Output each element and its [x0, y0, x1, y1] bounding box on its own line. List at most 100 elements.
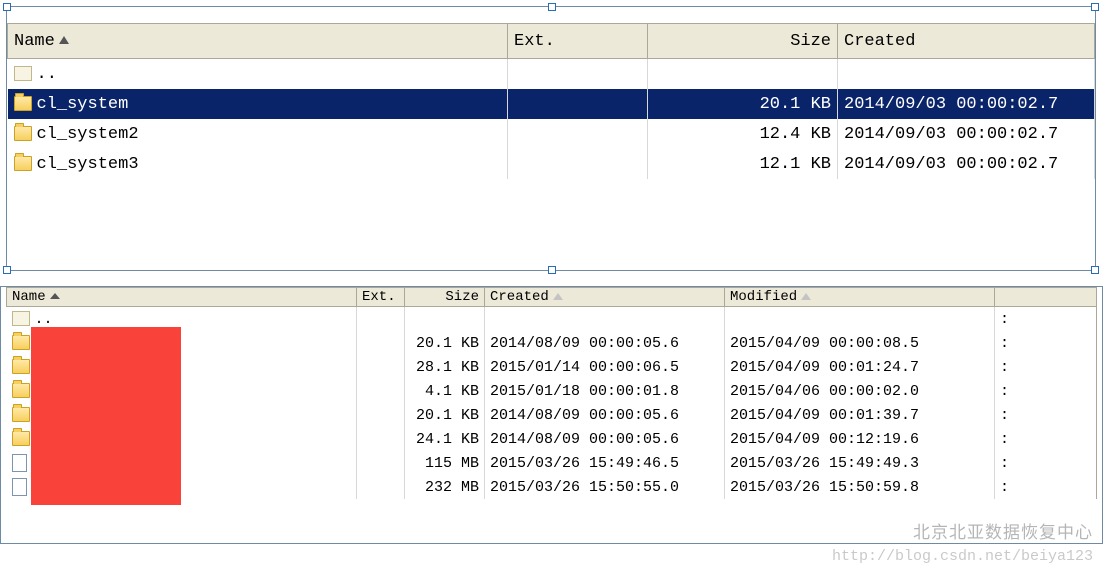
folder-icon: [14, 96, 32, 111]
cell-created: 2014/08/09 00:00:05.6: [485, 331, 725, 355]
col-created[interactable]: Created: [838, 24, 1095, 59]
cell-size: 115 MB: [405, 451, 485, 475]
col-name-label: Name: [12, 289, 46, 305]
col-modified[interactable]: Modified: [725, 288, 995, 307]
cell-size: 20.1 KB: [405, 331, 485, 355]
cell-size: [648, 59, 838, 90]
cell-ext: [508, 59, 648, 90]
col-created[interactable]: Created: [485, 288, 725, 307]
redaction-block: [31, 327, 181, 505]
sort-icon: [553, 293, 563, 300]
cell-created: [485, 307, 725, 332]
cell-created: [838, 59, 1095, 90]
col-ext-label: Ext.: [362, 289, 396, 305]
cell-name: cl_system2: [8, 119, 508, 149]
cell-size: 12.4 KB: [648, 119, 838, 149]
col-size-label: Size: [790, 32, 831, 51]
folder-icon: [12, 359, 30, 374]
table-row[interactable]: cl_system2 12.4 KB2014/09/03 00:00:02.7: [8, 119, 1095, 149]
parent-folder-icon: [14, 66, 32, 81]
file-icon: [12, 478, 27, 496]
cell-modified: 2015/04/09 00:01:39.7: [725, 403, 995, 427]
cell-ext: [357, 355, 405, 379]
bottom-file-panel: Name Ext. Size Created Modified ..: 20.1 …: [0, 286, 1103, 544]
folder-icon: [12, 407, 30, 422]
col-name-label: Name: [14, 32, 55, 51]
cell-size: 20.1 KB: [405, 403, 485, 427]
cell-extra: :: [995, 355, 1097, 379]
watermark-url: http://blog.csdn.net/beiya123: [832, 548, 1093, 565]
parent-folder-icon: [12, 311, 30, 326]
cell-size: 232 MB: [405, 475, 485, 499]
folder-icon: [12, 383, 30, 398]
col-name[interactable]: Name: [7, 288, 357, 307]
file-icon: [12, 454, 27, 472]
cell-modified: 2015/04/09 00:12:19.6: [725, 427, 995, 451]
col-name[interactable]: Name: [8, 24, 508, 59]
cell-name: cl_system: [8, 89, 508, 119]
cell-extra: :: [995, 403, 1097, 427]
cell-created: 2014/09/03 00:00:02.7: [838, 89, 1095, 119]
cell-created: 2015/03/26 15:49:46.5: [485, 451, 725, 475]
col-ext[interactable]: Ext.: [508, 24, 648, 59]
sort-icon: [801, 293, 811, 300]
selection-handle[interactable]: [548, 3, 556, 11]
col-size-label: Size: [445, 289, 479, 305]
cell-created: 2014/09/03 00:00:02.7: [838, 119, 1095, 149]
cell-size: [405, 307, 485, 332]
cell-modified: [725, 307, 995, 332]
cell-ext: [508, 149, 648, 179]
selection-handle[interactable]: [3, 3, 11, 11]
cell-extra: :: [995, 331, 1097, 355]
cell-extra: :: [995, 475, 1097, 499]
file-name: ..: [35, 311, 53, 328]
table-row[interactable]: cl_system3 12.1 KB2014/09/03 00:00:02.7: [8, 149, 1095, 179]
file-name: cl_system3: [37, 155, 139, 174]
cell-ext: [357, 403, 405, 427]
watermark-text: 北京北亚数据恢复中心: [913, 518, 1093, 543]
cell-modified: 2015/04/09 00:00:08.5: [725, 331, 995, 355]
cell-ext: [357, 307, 405, 332]
col-ext[interactable]: Ext.: [357, 288, 405, 307]
cell-modified: 2015/03/26 15:49:49.3: [725, 451, 995, 475]
col-extra[interactable]: [995, 288, 1097, 307]
cell-extra: :: [995, 427, 1097, 451]
cell-name: ..: [8, 59, 508, 90]
cell-extra: :: [995, 307, 1097, 332]
cell-ext: [357, 475, 405, 499]
cell-created: 2014/09/03 00:00:02.7: [838, 149, 1095, 179]
selection-handle[interactable]: [1091, 3, 1099, 11]
cell-modified: 2015/04/06 00:00:02.0: [725, 379, 995, 403]
col-size[interactable]: Size: [648, 24, 838, 59]
file-name: cl_system2: [37, 125, 139, 144]
cell-size: 20.1 KB: [648, 89, 838, 119]
cell-ext: [508, 89, 648, 119]
col-size[interactable]: Size: [405, 288, 485, 307]
col-created-label: Created: [844, 32, 915, 51]
top-file-panel: Name Ext. Size Created .. cl_system 20.1 K…: [6, 6, 1096, 271]
cell-modified: 2015/03/26 15:50:59.8: [725, 475, 995, 499]
selection-handle[interactable]: [1091, 266, 1099, 274]
sort-asc-icon: [50, 293, 60, 299]
cell-extra: :: [995, 379, 1097, 403]
cell-size: 12.1 KB: [648, 149, 838, 179]
cell-created: 2014/08/09 00:00:05.6: [485, 403, 725, 427]
folder-icon: [12, 335, 30, 350]
cell-extra: :: [995, 451, 1097, 475]
col-created-label: Created: [490, 289, 549, 305]
table-row[interactable]: ..: [8, 59, 1095, 90]
cell-ext: [357, 427, 405, 451]
file-name: ..: [37, 65, 57, 84]
cell-size: 24.1 KB: [405, 427, 485, 451]
folder-icon: [14, 156, 32, 171]
top-file-table: Name Ext. Size Created .. cl_system 20.1 K…: [7, 23, 1095, 179]
selection-handle[interactable]: [548, 266, 556, 274]
file-name: cl_system: [37, 95, 129, 114]
cell-ext: [357, 379, 405, 403]
selection-handle[interactable]: [3, 266, 11, 274]
cell-modified: 2015/04/09 00:01:24.7: [725, 355, 995, 379]
cell-size: 28.1 KB: [405, 355, 485, 379]
col-modified-label: Modified: [730, 289, 797, 305]
cell-ext: [357, 451, 405, 475]
table-row[interactable]: cl_system 20.1 KB2014/09/03 00:00:02.7: [8, 89, 1095, 119]
